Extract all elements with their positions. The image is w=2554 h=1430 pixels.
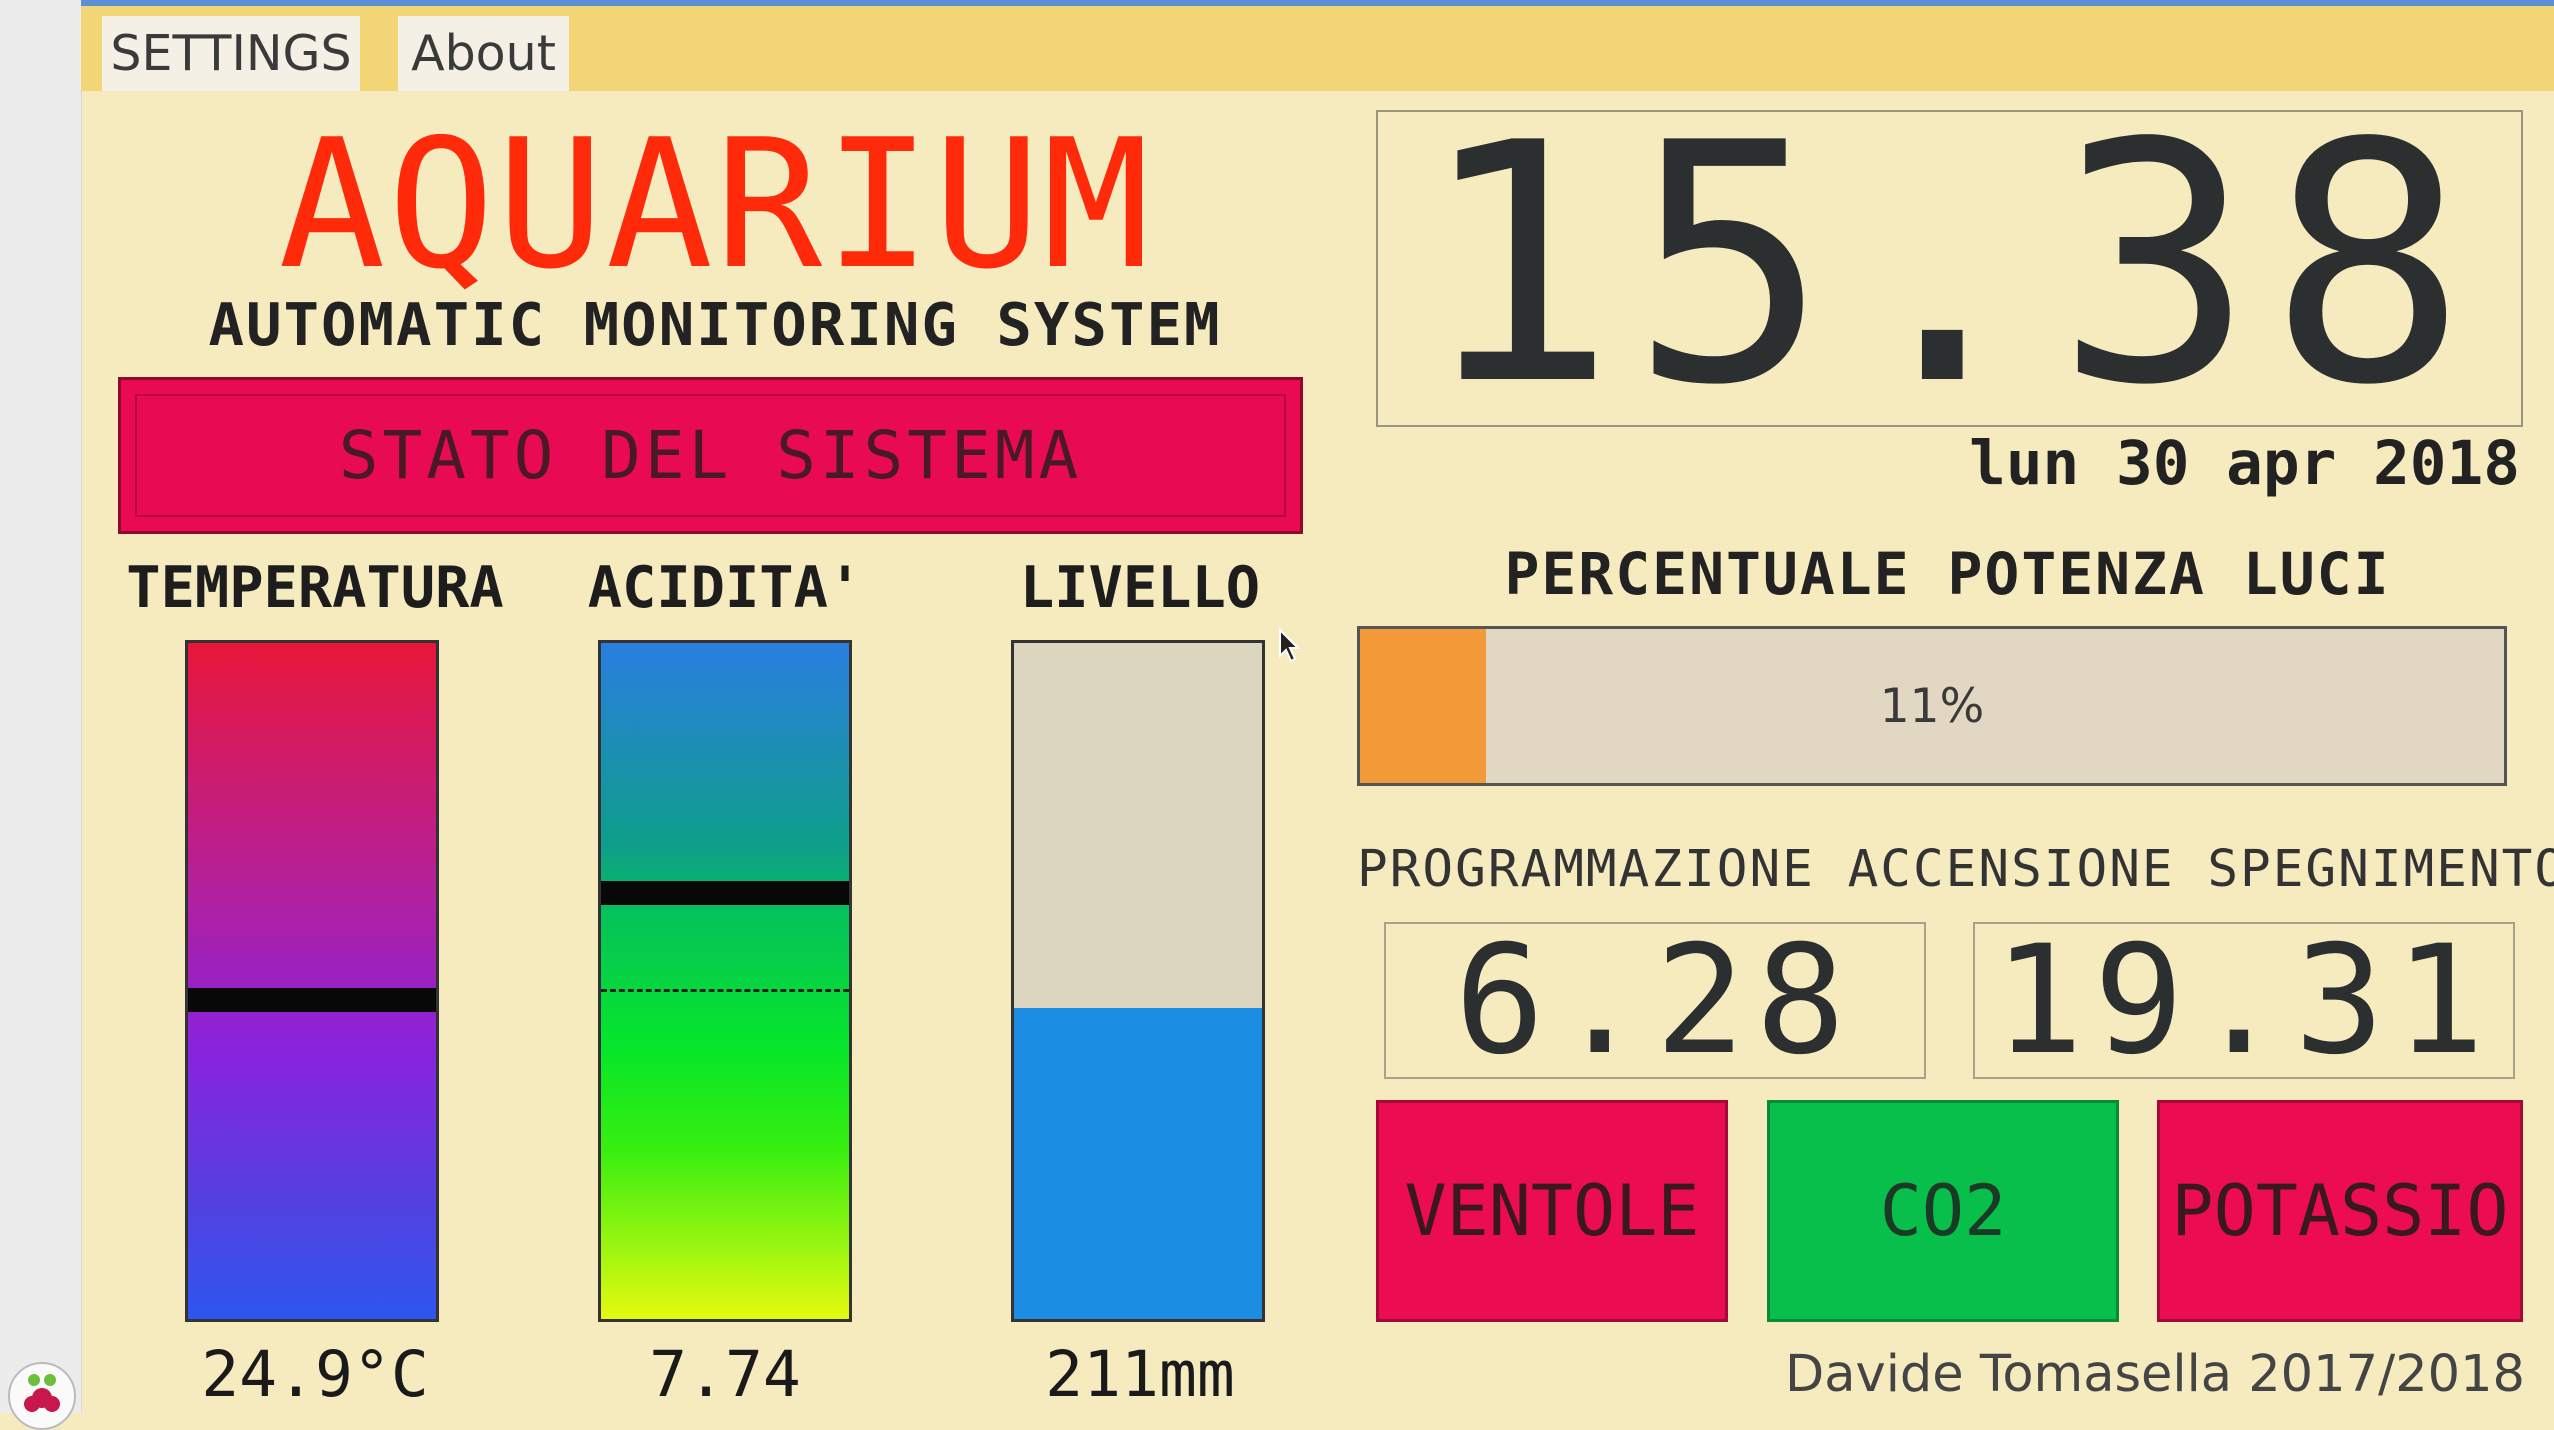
level-label: LIVELLO bbox=[1019, 555, 1261, 621]
schedule-off-time[interactable]: 19.31 bbox=[1973, 914, 2515, 1088]
app-subtitle: AUTOMATIC MONITORING SYSTEM bbox=[208, 290, 1222, 359]
system-status-button[interactable]: STATO DEL SISTEMA bbox=[118, 377, 1303, 534]
temperature-value: 24.9°C bbox=[201, 1338, 429, 1411]
schedule-label: PROGRAMMAZIONE ACCENSIONE SPEGNIMENTO bbox=[1357, 840, 2554, 899]
co2-button[interactable]: CO2 bbox=[1767, 1100, 2119, 1322]
acidity-label: ACIDITA' bbox=[587, 555, 863, 621]
clock-time: 15.38 bbox=[1417, 73, 2482, 457]
fans-button[interactable]: VENTOLE bbox=[1376, 1100, 1728, 1322]
about-menu-button[interactable]: About bbox=[398, 16, 569, 91]
desktop-sidebar bbox=[0, 0, 82, 1413]
settings-menu-button[interactable]: SETTINGS bbox=[102, 16, 360, 91]
level-gauge bbox=[1011, 640, 1265, 1322]
raspberry-pi-logo-icon[interactable] bbox=[8, 1362, 76, 1430]
app-title: AQUARIUM bbox=[278, 101, 1152, 308]
footer-credit: Davide Tomasella 2017/2018 bbox=[1785, 1345, 2525, 1404]
system-status-label: STATO DEL SISTEMA bbox=[135, 394, 1286, 517]
temperature-label: TEMPERATURA bbox=[126, 555, 504, 621]
acidity-reference-line bbox=[601, 989, 849, 992]
potassium-button[interactable]: POTASSIO bbox=[2157, 1100, 2523, 1322]
temperature-gauge bbox=[185, 640, 439, 1322]
water-level-fill bbox=[1014, 1008, 1262, 1319]
acidity-value: 7.74 bbox=[649, 1338, 801, 1411]
acidity-marker bbox=[601, 881, 849, 905]
lights-power-percent: 11% bbox=[1879, 678, 1985, 734]
temperature-marker bbox=[188, 988, 436, 1012]
acidity-gauge bbox=[598, 640, 852, 1322]
clock-date: lun 30 apr 2018 bbox=[1969, 428, 2520, 499]
lights-power-label: PERCENTUALE POTENZA LUCI bbox=[1504, 540, 2391, 608]
schedule-on-time[interactable]: 6.28 bbox=[1384, 914, 1926, 1088]
lights-power-bar: 11% bbox=[1357, 626, 2507, 786]
level-value: 211mm bbox=[1045, 1338, 1235, 1411]
